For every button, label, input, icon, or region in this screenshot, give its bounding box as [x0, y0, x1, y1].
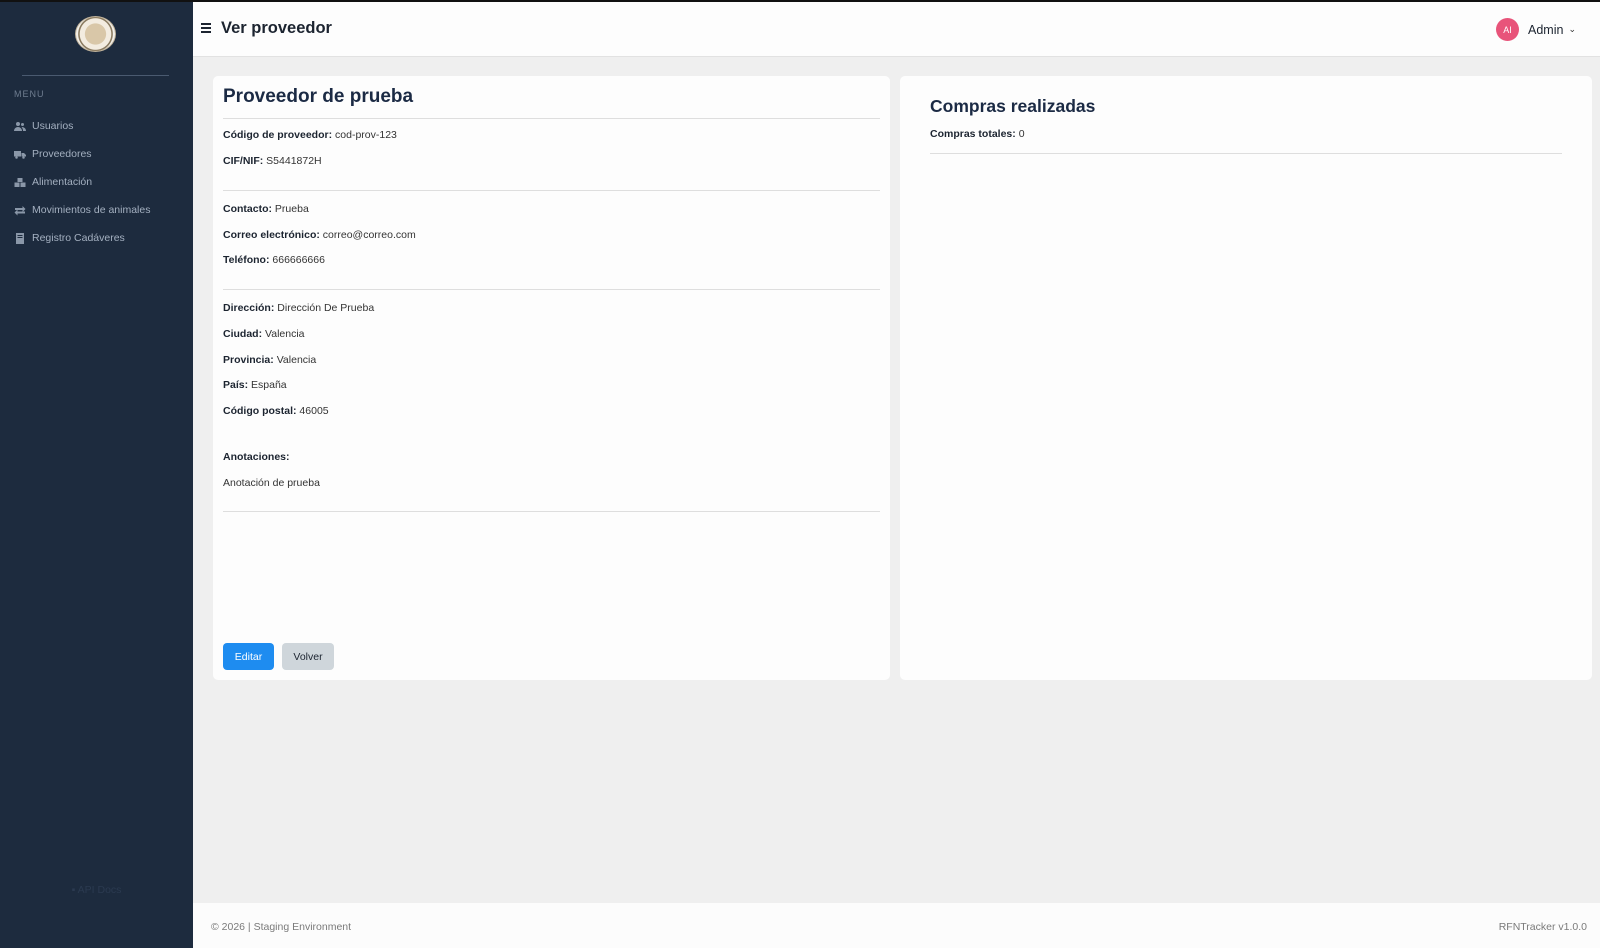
notes-value: Anotación de prueba [223, 477, 320, 489]
sidebar-item-label: Alimentación [32, 176, 93, 188]
field-value: cod-prov-123 [335, 129, 397, 141]
field-label: Código de proveedor: [223, 129, 333, 141]
sidebar-item-label: Usuarios [32, 120, 74, 132]
field-label: Provincia: [223, 354, 274, 366]
field-label: Correo electrónico: [223, 229, 320, 241]
field-pais: País: España [223, 379, 287, 391]
sidebar-item-alimentacion[interactable]: Alimentación [0, 168, 193, 196]
hamburger-menu-icon[interactable] [201, 23, 211, 33]
field-correo: Correo electrónico: correo@correo.com [223, 229, 416, 241]
edit-button[interactable]: Editar [223, 643, 274, 670]
document-icon: ▪ [71, 884, 76, 896]
purchases-total-value: 0 [1018, 128, 1025, 140]
exchange-icon [13, 205, 26, 216]
footer: © 2026 | Staging Environment RFNTracker … [193, 903, 1600, 948]
field-direccion: Dirección: Dirección De Prueba [223, 302, 374, 314]
truck-icon [13, 149, 26, 160]
field-codigo-proveedor: Código de proveedor: cod-prov-123 [223, 129, 397, 141]
api-docs-link[interactable]: ▪ API Docs [0, 884, 193, 896]
field-telefono: Teléfono: 666666666 [223, 254, 325, 266]
field-value: 46005 [299, 405, 329, 417]
purchases-card: Compras realizadas Compras totales: 0 [900, 76, 1592, 680]
footer-version: RFNTracker v1.0.0 [1498, 921, 1587, 933]
sidebar-item-label: Movimientos de animales [32, 204, 151, 216]
purchases-title: Compras realizadas [930, 96, 1096, 116]
divider [223, 190, 880, 191]
footer-copyright: © 2026 | Staging Environment [211, 921, 352, 933]
field-value: 666666666 [272, 254, 325, 266]
avatar: AI [1496, 18, 1520, 41]
window-top-border [0, 0, 1600, 2]
divider [223, 118, 880, 119]
user-name: Admin [1528, 22, 1564, 37]
purchases-total: Compras totales: 0 [930, 128, 1025, 140]
user-menu[interactable]: AI Admin ⌄ [1496, 18, 1576, 41]
users-icon [13, 121, 26, 132]
sidebar-item-label: Proveedores [32, 148, 92, 160]
chevron-down-icon: ⌄ [1568, 24, 1576, 34]
divider [223, 289, 880, 290]
field-value: Valencia [276, 354, 317, 366]
sidebar-item-registro-cadaveres[interactable]: Registro Cadáveres [0, 224, 193, 252]
field-value: Dirección De Prueba [277, 302, 375, 314]
sidebar-item-usuarios[interactable]: Usuarios [0, 112, 193, 140]
provider-name: Proveedor de prueba [223, 86, 414, 107]
sidebar-item-movimientos[interactable]: Movimientos de animales [0, 196, 193, 224]
field-value: Valencia [265, 328, 305, 340]
field-value: España [251, 379, 287, 391]
api-docs-label: API Docs [77, 884, 122, 896]
field-contacto: Contacto: Prueba [223, 203, 309, 215]
brand-logo[interactable] [75, 16, 116, 52]
field-value: Prueba [274, 203, 309, 215]
field-value: correo@correo.com [322, 229, 416, 241]
notes-label: Anotaciones: [223, 451, 290, 463]
field-ciudad: Ciudad: Valencia [223, 328, 305, 340]
sidebar-item-label: Registro Cadáveres [32, 232, 125, 244]
sidebar: MENU Usuarios Proveedores Alimentación M… [0, 0, 193, 948]
field-label: País: [223, 379, 249, 391]
field-provincia: Provincia: Valencia [223, 354, 316, 366]
field-label: Dirección: [223, 302, 275, 314]
field-label: Anotaciones: [223, 451, 290, 463]
divider [930, 153, 1562, 154]
field-label: Contacto: [223, 203, 272, 215]
page-title: Ver proveedor [221, 19, 332, 37]
field-value: S5441872H [266, 155, 322, 167]
book-icon [13, 232, 26, 244]
provider-details-card: Proveedor de prueba Código de proveedor:… [213, 76, 890, 680]
field-label: CIF/NIF: [223, 155, 264, 167]
field-cif-nif: CIF/NIF: S5441872H [223, 155, 322, 167]
top-header: Ver proveedor AI Admin ⌄ [193, 2, 1600, 57]
field-label: Teléfono: [223, 254, 270, 266]
boxes-icon [13, 177, 26, 188]
sidebar-item-proveedores[interactable]: Proveedores [0, 140, 193, 168]
sidebar-nav: Usuarios Proveedores Alimentación Movimi… [0, 112, 193, 252]
back-button[interactable]: Volver [282, 643, 334, 670]
divider [223, 511, 880, 512]
field-label: Ciudad: [223, 328, 263, 340]
purchases-total-label: Compras totales: [930, 128, 1016, 140]
menu-title: MENU [14, 89, 45, 99]
field-label: Código postal: [223, 405, 297, 417]
sidebar-divider [22, 75, 169, 76]
field-codigo-postal: Código postal: 46005 [223, 405, 329, 417]
